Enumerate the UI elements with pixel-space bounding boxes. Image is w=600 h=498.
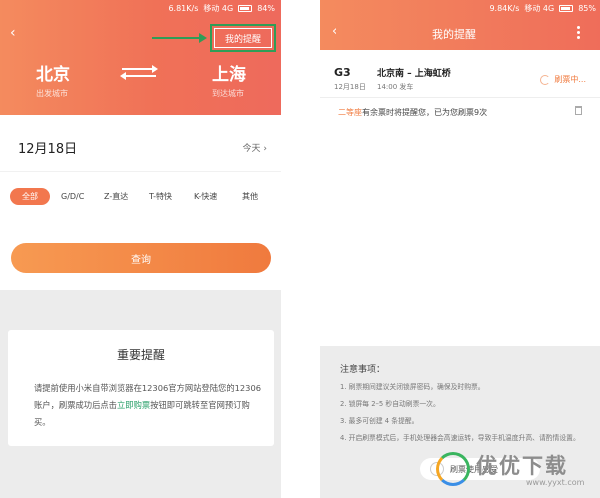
filter-t[interactable]: T-特快 bbox=[149, 188, 172, 205]
page-title: 我的提醒 bbox=[432, 28, 476, 41]
reminders-screen: 9.84K/s 移动 4G 85% ‹ 我的提醒 G3 12月18日 北京南 –… bbox=[320, 0, 600, 498]
reminder-ticket-row[interactable]: G3 12月18日 北京南 – 上海虹桥 14:00 发车 刷票中... bbox=[320, 50, 600, 98]
watermark-name: 优优下载 bbox=[476, 454, 568, 478]
reminder-note-text: 二等座有余票时将提醒您，已为您刷票9次 bbox=[338, 107, 487, 118]
filter-other[interactable]: 其他 bbox=[242, 188, 258, 205]
reminders-header: 9.84K/s 移动 4G 85% ‹ 我的提醒 bbox=[320, 0, 600, 50]
seat-class: 二等座 bbox=[338, 108, 362, 117]
notice-title: 重要提醒 bbox=[116, 348, 165, 362]
watermark-logo-icon bbox=[436, 452, 470, 486]
note-item: 2. 锁屏每 2–5 秒自动刷票一次。 bbox=[340, 400, 440, 408]
date-selector[interactable]: 12月18日 今天 › bbox=[0, 115, 281, 172]
notes-list: 1. 刷票期间建议关闭锁屏密码，确保及时购票。 2. 锁屏每 2–5 秒自动刷票… bbox=[340, 380, 590, 448]
query-button[interactable]: 查询 bbox=[11, 243, 271, 273]
arrival-city[interactable]: 上海 bbox=[212, 60, 246, 85]
today-link[interactable]: 今天 › bbox=[243, 141, 268, 154]
swap-cities-icon[interactable] bbox=[120, 63, 158, 81]
search-form: 12月18日 今天 › 全部 G/D/C Z-直达 T-特快 K-快速 其他 查… bbox=[0, 115, 281, 290]
loading-spinner-icon bbox=[540, 74, 551, 85]
site-watermark: 优优下载 www.yyxt.com bbox=[430, 448, 600, 498]
train-date: 12月18日 bbox=[334, 83, 366, 91]
battery-level: 84% bbox=[257, 4, 275, 13]
train-type-filters: 全部 G/D/C Z-直达 T-特快 K-快速 其他 bbox=[0, 183, 281, 211]
filter-gdc[interactable]: G/D/C bbox=[61, 188, 84, 205]
battery-level: 85% bbox=[578, 4, 596, 13]
status-bar: 6.81K/s 移动 4G 84% bbox=[168, 3, 275, 14]
more-options-icon[interactable] bbox=[577, 26, 580, 40]
departure-time: 14:00 发车 bbox=[377, 83, 414, 91]
refresh-status-text: 刷票中... bbox=[554, 75, 586, 84]
annotation-arrow-icon bbox=[152, 33, 207, 43]
arrival-city-label: 到达城市 bbox=[212, 89, 244, 98]
notice-body: 请提前使用小米自带浏览器在12306官方网站登陆您的12306账户，刷票成功后点… bbox=[34, 380, 262, 431]
battery-icon bbox=[238, 5, 253, 12]
filter-all[interactable]: 全部 bbox=[10, 188, 50, 205]
reminder-note: 二等座有余票时将提醒您，已为您刷票9次 bbox=[320, 101, 600, 123]
status-bar: 9.84K/s 移动 4G 85% bbox=[489, 3, 596, 14]
train-route: 北京南 – 上海虹桥 bbox=[377, 69, 451, 79]
watermark-url: www.yyxt.com bbox=[526, 478, 585, 487]
departure-city-label: 出发城市 bbox=[36, 89, 68, 98]
trash-icon[interactable] bbox=[575, 106, 582, 115]
train-search-screen: 6.81K/s 移动 4G 84% ‹ 我的提醒 北京 出发城市 上海 到达城市… bbox=[0, 0, 281, 498]
note-item: 1. 刷票期间建议关闭锁屏密码，确保及时购票。 bbox=[340, 383, 485, 391]
refresh-status: 刷票中... bbox=[540, 74, 586, 85]
route-header: 6.81K/s 移动 4G 84% ‹ 我的提醒 北京 出发城市 上海 到达城市 bbox=[0, 0, 281, 115]
buy-now-link[interactable]: 立即购票 bbox=[117, 400, 150, 410]
departure-city[interactable]: 北京 bbox=[36, 60, 70, 85]
notes-title: 注意事项： bbox=[340, 365, 386, 375]
carrier-label: 移动 4G bbox=[524, 4, 555, 13]
back-chevron-icon[interactable]: ‹ bbox=[10, 25, 16, 41]
filter-k[interactable]: K-快速 bbox=[194, 188, 217, 205]
train-number: G3 bbox=[334, 66, 351, 79]
note-item: 3. 最多可创建 4 条提醒。 bbox=[340, 417, 419, 425]
chevron-right-icon: › bbox=[263, 144, 267, 154]
battery-icon bbox=[559, 5, 574, 12]
travel-date: 12月18日 bbox=[18, 142, 78, 157]
network-speed: 9.84K/s bbox=[489, 4, 520, 13]
important-notice: 重要提醒 请提前使用小米自带浏览器在12306官方网站登陆您的12306账户，刷… bbox=[8, 330, 274, 446]
network-speed: 6.81K/s bbox=[168, 4, 199, 13]
my-reminders-button[interactable]: 我的提醒 bbox=[210, 24, 276, 52]
filter-z[interactable]: Z-直达 bbox=[104, 188, 128, 205]
note-item: 4. 开启刷票模式后，手机处理器会高速运转，导致手机温度升高、请酌情设置。 bbox=[340, 434, 580, 442]
back-chevron-icon[interactable]: ‹ bbox=[332, 24, 337, 39]
carrier-label: 移动 4G bbox=[203, 4, 234, 13]
reminder-description: 有余票时将提醒您，已为您刷票9次 bbox=[362, 108, 488, 117]
today-label: 今天 bbox=[242, 144, 261, 154]
